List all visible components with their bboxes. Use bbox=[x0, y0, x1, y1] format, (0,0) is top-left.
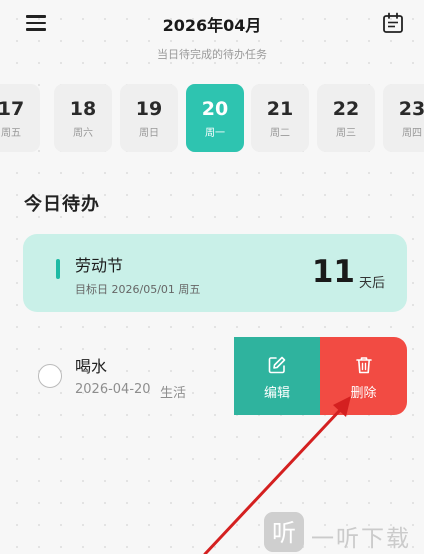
edit-icon bbox=[268, 356, 286, 374]
event-target-date: 目标日 2026/05/01 周五 bbox=[75, 283, 201, 296]
date-strip: 17 周五 18 周六 19 周日 20 周一 21 周二 22 周三 23 周… bbox=[0, 84, 424, 152]
header: 2026年04月 当日待完成的待办任务 bbox=[0, 0, 424, 70]
date-number: 17 bbox=[0, 98, 25, 120]
date-item-22[interactable]: 22 周三 bbox=[317, 84, 375, 152]
date-item-21[interactable]: 21 周二 bbox=[251, 84, 309, 152]
delete-label: 删除 bbox=[350, 386, 377, 401]
date-weekday: 周六 bbox=[73, 128, 93, 139]
date-item-23[interactable]: 23 周四 bbox=[383, 84, 424, 152]
edit-label: 编辑 bbox=[263, 386, 290, 401]
date-item-18[interactable]: 18 周六 bbox=[54, 84, 112, 152]
date-weekday: 周三 bbox=[336, 128, 356, 139]
date-weekday: 周五 bbox=[1, 128, 21, 139]
watermark-text: 一听下载 bbox=[311, 526, 411, 552]
month-title[interactable]: 2026年04月 bbox=[0, 12, 424, 36]
todo-category: 生活 bbox=[160, 386, 187, 401]
section-title: 今日待办 bbox=[24, 194, 100, 215]
todo-checkbox[interactable] bbox=[38, 364, 62, 388]
todo-date: 2026-04-20 bbox=[75, 382, 151, 397]
delete-button[interactable]: 删除 bbox=[320, 337, 407, 415]
page-subtitle: 当日待完成的待办任务 bbox=[157, 48, 267, 61]
date-item-19[interactable]: 19 周日 bbox=[120, 84, 178, 152]
watermark-logo-icon: 听 bbox=[264, 512, 304, 552]
calendar-icon[interactable] bbox=[382, 12, 404, 34]
date-weekday: 周日 bbox=[139, 128, 159, 139]
date-number: 23 bbox=[398, 98, 424, 120]
trash-icon bbox=[355, 357, 372, 374]
date-item-17[interactable]: 17 周五 bbox=[0, 84, 40, 152]
event-days-unit: 天后 bbox=[358, 276, 385, 291]
date-item-20-selected[interactable]: 20 周一 bbox=[186, 84, 244, 152]
event-days-count: 11 bbox=[311, 254, 355, 290]
date-weekday: 周四 bbox=[402, 128, 422, 139]
date-weekday: 周一 bbox=[205, 128, 225, 139]
date-number: 21 bbox=[266, 98, 294, 120]
svg-text:听: 听 bbox=[272, 519, 296, 547]
date-weekday: 周二 bbox=[270, 128, 290, 139]
date-number: 18 bbox=[69, 98, 97, 120]
event-accent-bar bbox=[56, 259, 60, 279]
edit-button[interactable]: 编辑 bbox=[234, 337, 320, 415]
event-name: 劳动节 bbox=[75, 256, 124, 275]
date-number: 19 bbox=[135, 98, 163, 120]
date-number: 22 bbox=[332, 98, 360, 120]
event-countdown-card[interactable]: 劳动节 目标日 2026/05/01 周五 11 天后 bbox=[23, 234, 407, 312]
date-number: 20 bbox=[201, 98, 229, 120]
todo-title: 喝水 bbox=[75, 357, 108, 376]
watermark: 听 一听下载 bbox=[264, 510, 424, 554]
